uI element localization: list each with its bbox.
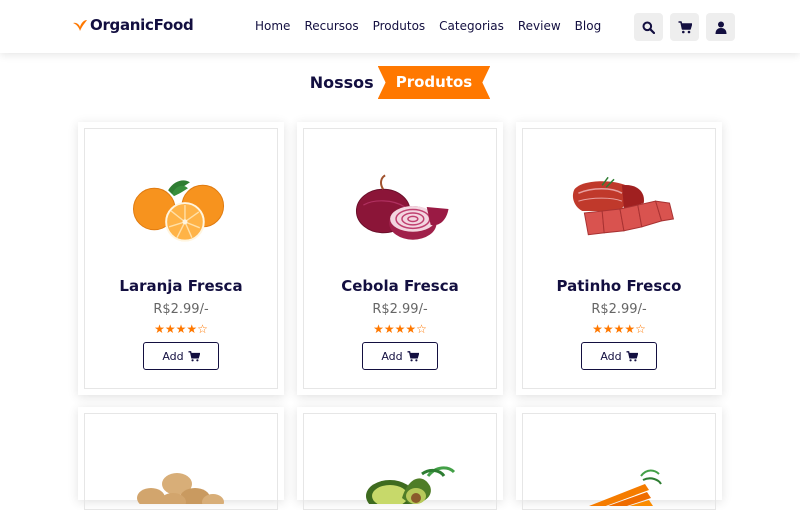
add-to-cart-button[interactable]: Add (143, 342, 219, 370)
orange-image (133, 180, 225, 242)
card-border: Cebola Fresca R$2.99/- ★★★★☆ Add (303, 128, 497, 389)
section-heading: Nossos Produtos (0, 66, 800, 99)
user-icon (715, 21, 726, 34)
beef-image (572, 176, 675, 236)
card-border (84, 413, 278, 510)
rating-stars: ★★★★☆ (523, 322, 715, 336)
nav-recursos[interactable]: Recursos (304, 19, 358, 33)
product-name: Laranja Fresca (119, 277, 243, 295)
onion-image (355, 174, 449, 240)
nav-home[interactable]: Home (255, 19, 290, 33)
product-name: Cebola Fresca (341, 277, 459, 295)
cart-button[interactable] (670, 13, 699, 41)
star-icon: ★★★★ (592, 322, 636, 336)
add-button-label: Add (381, 349, 403, 363)
product-price: R$2.99/- (153, 302, 209, 317)
add-button-label: Add (162, 349, 184, 363)
product-card: Laranja Fresca R$2.99/- ★★★★☆ Add (78, 122, 284, 395)
card-border: Laranja Fresca R$2.99/- ★★★★☆ Add (84, 128, 278, 389)
user-button[interactable] (706, 13, 735, 41)
cart-icon (407, 350, 419, 361)
header: OrganicFood Home Recursos Produtos Categ… (0, 0, 800, 53)
main-nav: Home Recursos Produtos Categorias Review… (255, 19, 615, 33)
product-card: Patinho Fresco R$2.99/- ★★★★☆ Add (516, 122, 722, 395)
avocado-image (366, 466, 456, 504)
product-name: Patinho Fresco (556, 277, 682, 295)
cart-icon (188, 350, 200, 361)
header-icons (634, 13, 735, 41)
potato-image (137, 473, 224, 504)
star-icon: ★★★★ (373, 322, 417, 336)
nav-categorias[interactable]: Categorias (439, 19, 504, 33)
card-border (303, 413, 497, 510)
product-card (297, 407, 503, 510)
carrot-image (589, 469, 662, 506)
star-icon: ★★★★ (154, 322, 198, 336)
card-border: Patinho Fresco R$2.99/- ★★★★☆ Add (522, 128, 716, 389)
nav-review[interactable]: Review (518, 19, 561, 33)
add-to-cart-button[interactable]: Add (581, 342, 657, 370)
nav-produtos[interactable]: Produtos (373, 19, 426, 33)
star-half-icon: ☆ (416, 322, 427, 336)
heading-plain: Nossos (309, 73, 374, 92)
cart-icon (626, 350, 638, 361)
brand-name: OrganicFood (90, 16, 194, 34)
star-half-icon: ☆ (197, 322, 208, 336)
star-half-icon: ☆ (635, 322, 646, 336)
nav-blog[interactable]: Blog (575, 19, 602, 33)
rating-stars: ★★★★☆ (85, 322, 277, 336)
leaf-icon (73, 20, 87, 31)
product-card (78, 407, 284, 510)
card-border (522, 413, 716, 510)
product-price: R$2.99/- (372, 302, 428, 317)
add-button-label: Add (600, 349, 622, 363)
cart-icon (678, 20, 692, 33)
search-icon (642, 21, 655, 34)
brand-logo[interactable]: OrganicFood (72, 16, 194, 34)
heading-tag: Produtos (377, 66, 491, 99)
search-button[interactable] (634, 13, 663, 41)
product-price: R$2.99/- (591, 302, 647, 317)
product-card (516, 407, 722, 510)
rating-stars: ★★★★☆ (304, 322, 496, 336)
product-card: Cebola Fresca R$2.99/- ★★★★☆ Add (297, 122, 503, 395)
add-to-cart-button[interactable]: Add (362, 342, 438, 370)
